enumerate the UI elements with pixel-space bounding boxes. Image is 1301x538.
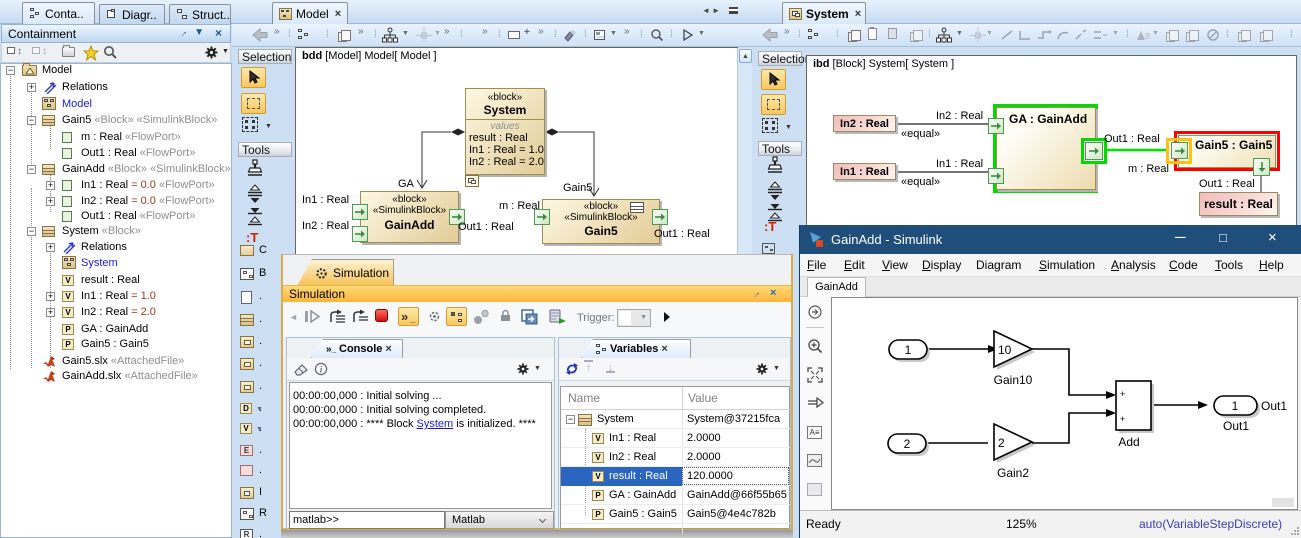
svg-text:i: i xyxy=(320,365,323,375)
svg-text:+: + xyxy=(1120,414,1125,424)
svg-text:2: 2 xyxy=(904,437,911,451)
svg-text:Gain10: Gain10 xyxy=(994,373,1033,387)
svg-text:1: 1 xyxy=(1232,399,1239,413)
svg-text:Gain2: Gain2 xyxy=(997,466,1029,480)
svg-text:Out1: Out1 xyxy=(1223,419,1249,433)
svg-text:2: 2 xyxy=(998,436,1005,450)
svg-text:Add: Add xyxy=(1118,435,1139,449)
svg-text:Out1: Out1 xyxy=(1261,399,1287,413)
svg-text:1: 1 xyxy=(905,343,912,357)
svg-text:+: + xyxy=(1120,389,1125,399)
svg-text:10: 10 xyxy=(998,343,1012,357)
